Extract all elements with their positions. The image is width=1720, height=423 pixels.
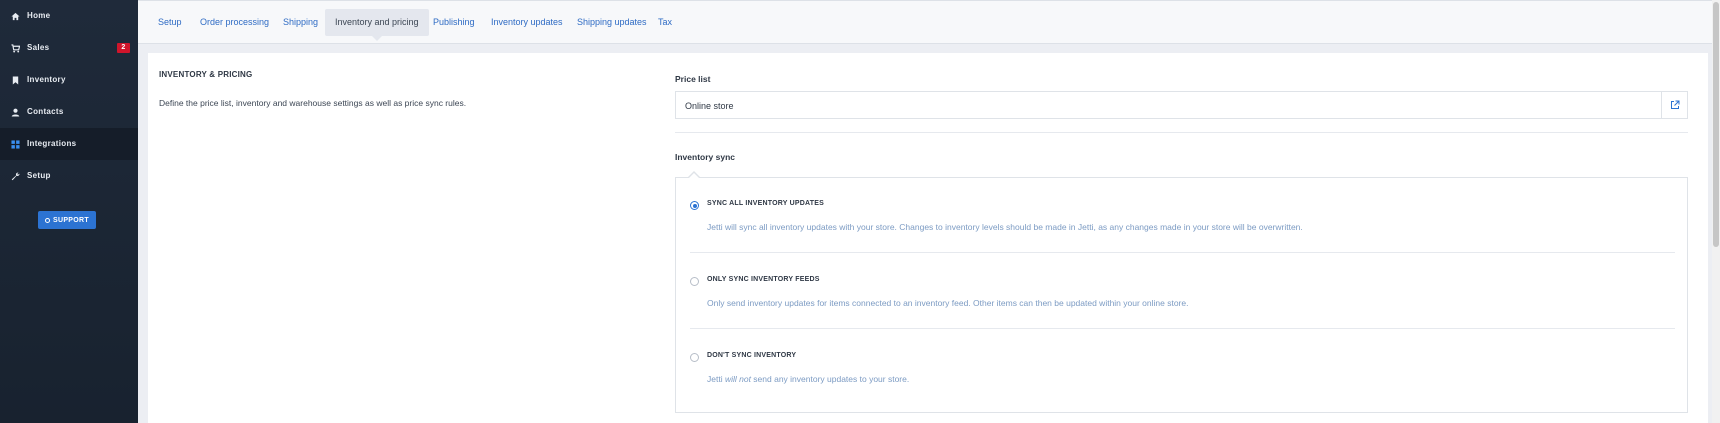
sidebar-item-label: Contacts [27, 107, 64, 116]
option-description: Jetti will not send any inventory update… [707, 374, 910, 384]
tab-inventory-and-pricing[interactable]: Inventory and pricing [325, 9, 429, 41]
divider [675, 132, 1688, 133]
inventory-sync-options: SYNC ALL INVENTORY UPDATES Jetti will sy… [675, 177, 1688, 413]
tab-inventory-updates[interactable]: Inventory updates [481, 9, 573, 36]
sidebar-item-label: Sales [27, 43, 50, 52]
tab-shipping[interactable]: Shipping [273, 9, 328, 36]
sidebar-item-integrations[interactable]: Integrations [0, 128, 138, 160]
sidebar-item-label: Home [27, 11, 51, 20]
option-description: Only send inventory updates for items co… [707, 298, 1189, 308]
lifebuoy-icon [45, 217, 51, 223]
support-label: SUPPORT [53, 216, 89, 224]
radio-sync-all[interactable] [690, 201, 699, 210]
option-title: DON'T SYNC INVENTORY [707, 352, 797, 359]
tooltip-notch-inner [688, 172, 700, 179]
support-button[interactable]: SUPPORT [38, 211, 96, 229]
sidebar-item-sales[interactable]: Sales 2 [0, 32, 138, 64]
sales-count-badge: 2 [117, 43, 130, 53]
sidebar-item-label: Setup [27, 171, 51, 180]
grid-icon [10, 139, 20, 149]
price-list-value: Online store [685, 101, 734, 111]
option-title: SYNC ALL INVENTORY UPDATES [707, 200, 824, 207]
sidebar-item-home[interactable]: Home [0, 0, 138, 32]
option-divider [690, 328, 1675, 329]
sidebar-item-label: Inventory [27, 75, 66, 84]
tab-setup[interactable]: Setup [148, 9, 192, 36]
scrollbar-thumb[interactable] [1713, 2, 1719, 247]
wrench-icon [10, 171, 20, 181]
tab-shipping-updates[interactable]: Shipping updates [567, 9, 657, 36]
section-description: Define the price list, inventory and war… [159, 98, 467, 108]
inventory-pricing-panel: INVENTORY & PRICING Define the price lis… [148, 53, 1708, 423]
tab-tax[interactable]: Tax [648, 9, 682, 36]
open-price-list-button[interactable] [1661, 92, 1687, 118]
option-title: ONLY SYNC INVENTORY FEEDS [707, 276, 820, 283]
tab-publishing[interactable]: Publishing [423, 9, 485, 36]
sidebar-item-contacts[interactable]: Contacts [0, 96, 138, 128]
price-list-label: Price list [675, 74, 711, 84]
inventory-sync-label: Inventory sync [675, 152, 735, 162]
sidebar-item-label: Integrations [27, 139, 77, 148]
option-description: Jetti will sync all inventory updates wi… [707, 222, 1303, 232]
radio-sync-feeds[interactable] [690, 277, 699, 286]
price-list-field[interactable]: Online store [675, 91, 1688, 119]
external-link-icon [1670, 100, 1679, 109]
sidebar-item-setup[interactable]: Setup [0, 160, 138, 192]
bookmark-icon [10, 75, 20, 85]
tab-order-processing[interactable]: Order processing [190, 9, 279, 36]
section-title: INVENTORY & PRICING [159, 70, 253, 79]
tab-bar: Setup Order processing Shipping Inventor… [138, 0, 1720, 44]
home-icon [10, 11, 20, 21]
sidebar: Home Sales 2 Inventory Contacts Integrat… [0, 0, 138, 423]
cart-icon [10, 43, 20, 53]
option-divider [690, 252, 1675, 253]
sidebar-item-inventory[interactable]: Inventory [0, 64, 138, 96]
person-icon [10, 107, 20, 117]
radio-dont-sync[interactable] [690, 353, 699, 362]
